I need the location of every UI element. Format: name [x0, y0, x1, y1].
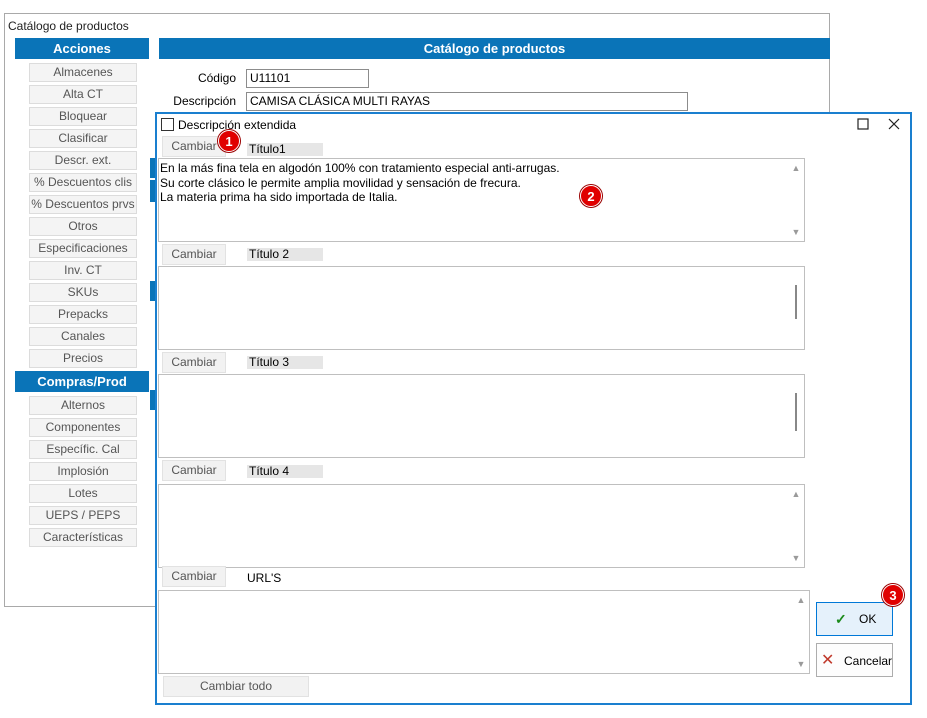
sidebar-item-bloquear[interactable]: Bloquear: [29, 107, 137, 126]
section-text-1: En la más fina tela en algodón 100% con …: [160, 161, 560, 204]
sidebar-item-inv-ct[interactable]: Inv. CT: [29, 261, 137, 280]
callout-3: 3: [882, 584, 904, 606]
sidebar-item-alta-ct[interactable]: Alta CT: [29, 85, 137, 104]
scrollbar-thumb[interactable]: [795, 285, 797, 319]
cambiar-button-3[interactable]: Cambiar: [162, 352, 226, 373]
cambiar-button-4[interactable]: Cambiar: [162, 460, 226, 481]
compras-header: Compras/Prod: [15, 371, 149, 392]
descripcion-extendida-checkbox[interactable]: [161, 118, 174, 131]
sidebar-item-descuentos-clis[interactable]: % Descuentos clis: [29, 173, 137, 192]
cancel-label: Cancelar: [844, 654, 893, 668]
section-title-urls: URL'S: [247, 571, 282, 585]
section-title-3: Título 3: [247, 356, 323, 369]
codigo-label: Código: [197, 71, 236, 85]
cambiar-todo-button[interactable]: Cambiar todo: [163, 676, 309, 697]
scroll-down-icon[interactable]: ▼: [796, 659, 806, 669]
scroll-down-icon[interactable]: ▼: [791, 227, 801, 237]
sidebar-item-lotes[interactable]: Lotes: [29, 484, 137, 503]
section-title-2: Título 2: [247, 248, 323, 261]
ok-button[interactable]: ✓ OK: [816, 602, 893, 636]
window-title: Catálogo de productos: [8, 19, 129, 33]
maximize-icon[interactable]: [857, 118, 869, 130]
callout-1: 1: [218, 130, 240, 152]
sidebar-item-otros[interactable]: Otros: [29, 217, 137, 236]
sidebar-item-ueps-peps[interactable]: UEPS / PEPS: [29, 506, 137, 525]
scrollbar-thumb[interactable]: [795, 393, 797, 431]
sidebar-item-implosion[interactable]: Implosión: [29, 462, 137, 481]
sidebar-item-precios[interactable]: Precios: [29, 349, 137, 368]
sidebar-item-componentes[interactable]: Componentes: [29, 418, 137, 437]
x-icon: ✕: [821, 652, 835, 669]
sidebar-item-alternos[interactable]: Alternos: [29, 396, 137, 415]
sidebar-item-skus[interactable]: SKUs: [29, 283, 137, 302]
checkbox-label: Descripción extendida: [178, 118, 297, 132]
sidebar-item-prepacks[interactable]: Prepacks: [29, 305, 137, 324]
cancel-button[interactable]: ✕ Cancelar: [816, 643, 893, 677]
scroll-down-icon[interactable]: ▼: [791, 553, 801, 563]
scroll-up-icon[interactable]: ▲: [791, 489, 801, 499]
close-icon[interactable]: [888, 118, 900, 130]
cambiar-button-1[interactable]: Cambiar: [162, 136, 226, 157]
cambiar-button-2[interactable]: Cambiar: [162, 244, 226, 265]
scroll-up-icon[interactable]: ▲: [791, 163, 801, 173]
descripcion-label: Descripción: [173, 94, 236, 108]
callout-2: 2: [580, 185, 602, 207]
codigo-field[interactable]: U11101: [246, 69, 369, 88]
descripcion-field[interactable]: CAMISA CLÁSICA MULTI RAYAS: [246, 92, 688, 111]
main-header: Catálogo de productos: [159, 38, 830, 59]
sidebar-item-especific-cal[interactable]: Específic. Cal: [29, 440, 137, 459]
check-icon: ✓: [835, 611, 847, 627]
section-title-1: Título1: [247, 143, 323, 156]
ok-label: OK: [859, 612, 877, 626]
section-textarea-4[interactable]: ▲ ▼: [158, 484, 805, 568]
section-title-4: Título 4: [247, 465, 323, 478]
sidebar-item-clasificar[interactable]: Clasificar: [29, 129, 137, 148]
sidebar-item-descuentos-prvs[interactable]: % Descuentos prvs: [29, 195, 137, 214]
cambiar-button-5[interactable]: Cambiar: [162, 566, 226, 587]
acciones-header: Acciones: [15, 38, 149, 59]
sidebar-item-canales[interactable]: Canales: [29, 327, 137, 346]
sidebar-item-descr-ext[interactable]: Descr. ext.: [29, 151, 137, 170]
section-textarea-1[interactable]: En la más fina tela en algodón 100% con …: [158, 158, 805, 242]
sidebar-item-especificaciones[interactable]: Especificaciones: [29, 239, 137, 258]
sidebar-item-caracteristicas[interactable]: Características: [29, 528, 137, 547]
section-textarea-3[interactable]: [158, 374, 805, 458]
section-textarea-urls[interactable]: ▲ ▼: [158, 590, 810, 674]
scroll-up-icon[interactable]: ▲: [796, 595, 806, 605]
sidebar-item-almacenes[interactable]: Almacenes: [29, 63, 137, 82]
section-textarea-2[interactable]: [158, 266, 805, 350]
